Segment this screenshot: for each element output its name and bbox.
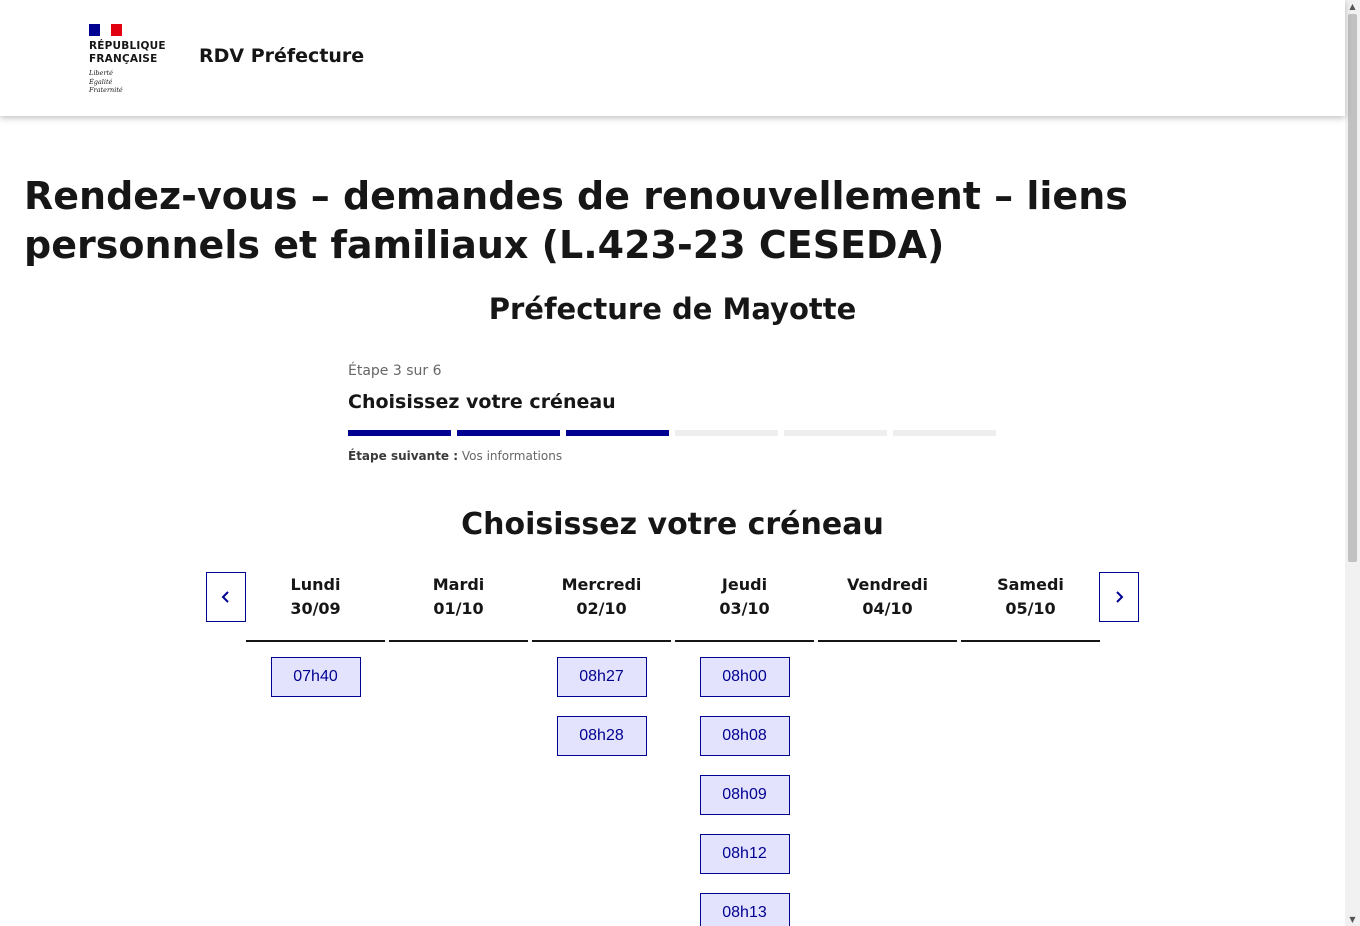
slot-list [818,642,957,657]
step-bar-2 [457,430,560,436]
step-bar-1 [348,430,451,436]
marianne-flag-icon [89,24,122,36]
time-slot-button[interactable]: 08h08 [699,716,790,756]
logo-text: RÉPUBLIQUE FRANÇAISE [89,40,166,65]
site-title[interactable]: RDV Préfecture [199,45,364,67]
day-date: 02/10 [576,599,627,618]
day-name: Vendredi [847,575,928,594]
day-date: 03/10 [719,599,770,618]
next-step-label: Étape suivante : [348,449,459,463]
slot-list: 08h27 08h28 [532,642,671,756]
slot-list: 08h00 08h08 08h09 08h12 08h13 [675,642,814,926]
day-column: Jeudi 03/10 08h00 08h08 08h09 08h12 08h13 [675,572,814,926]
next-step: Étape suivante : Vos informations [348,449,562,463]
day-column: Vendredi 04/10 [818,572,957,926]
page-scrollbar[interactable]: ▲ ▼ [1345,0,1360,926]
slot-list [389,642,528,657]
day-name: Mercredi [561,575,642,594]
time-slot-button[interactable]: 07h40 [270,657,361,697]
logo-motto: Liberté Égalité Fraternité [89,69,123,94]
slots-section-title: Choisissez votre créneau [461,507,884,542]
next-step-value: Vos informations [461,449,563,463]
day-header: Mercredi 02/10 [532,572,671,642]
scroll-down-icon[interactable]: ▼ [1345,913,1360,926]
day-column: Lundi 30/09 07h40 [246,572,385,926]
days-grid: Lundi 30/09 07h40 Mardi 01/10 Mercredi 02/10 08… [246,572,1100,926]
day-column: Mardi 01/10 [389,572,528,926]
day-header: Vendredi 04/10 [818,572,957,642]
day-column: Mercredi 02/10 08h27 08h28 [532,572,671,926]
day-header: Lundi 30/09 [246,572,385,642]
time-slot-button[interactable]: 08h13 [699,893,790,926]
time-slot-button[interactable]: 08h12 [699,834,790,874]
stepper: Étape 3 sur 6 Choisissez votre créneau É… [348,363,998,463]
time-slot-button[interactable]: 08h27 [556,657,647,697]
time-slot-button[interactable]: 08h09 [699,775,790,815]
step-progress-bars [348,430,996,436]
chevron-right-icon [1116,591,1124,603]
step-bar-5 [784,430,887,436]
scrollbar-thumb[interactable] [1348,14,1357,562]
step-bar-3 [566,430,669,436]
step-bar-4 [675,430,778,436]
day-date: 01/10 [433,599,484,618]
page-title: Rendez-vous – demandes de renouvellement… [24,174,1128,267]
step-title: Choisissez votre créneau [348,391,616,413]
time-slot-button[interactable]: 08h00 [699,657,790,697]
slot-list: 07h40 [246,642,385,697]
step-bar-6 [893,430,996,436]
next-days-button[interactable] [1099,572,1139,622]
day-date: 30/09 [290,599,341,618]
day-name: Lundi [290,575,341,594]
scroll-up-icon[interactable]: ▲ [1345,0,1360,13]
day-name: Jeudi [721,575,768,594]
day-header: Samedi 05/10 [961,572,1100,642]
day-name: Mardi [432,575,485,594]
republique-francaise-logo[interactable]: RÉPUBLIQUE FRANÇAISE Liberté Égalité Fra… [89,24,169,96]
time-slot-button[interactable]: 08h28 [556,716,647,756]
chevron-left-icon [221,591,229,603]
day-name: Samedi [997,575,1064,594]
step-state: Étape 3 sur 6 [348,363,442,379]
day-date: 04/10 [862,599,913,618]
previous-days-button[interactable] [206,572,246,622]
prefecture-name: Préfecture de Mayotte [488,292,857,326]
day-header: Jeudi 03/10 [675,572,814,642]
site-header: RÉPUBLIQUE FRANÇAISE Liberté Égalité Fra… [0,0,1345,116]
slot-list [961,642,1100,657]
day-date: 05/10 [1005,599,1056,618]
day-header: Mardi 01/10 [389,572,528,642]
day-column: Samedi 05/10 [961,572,1100,926]
